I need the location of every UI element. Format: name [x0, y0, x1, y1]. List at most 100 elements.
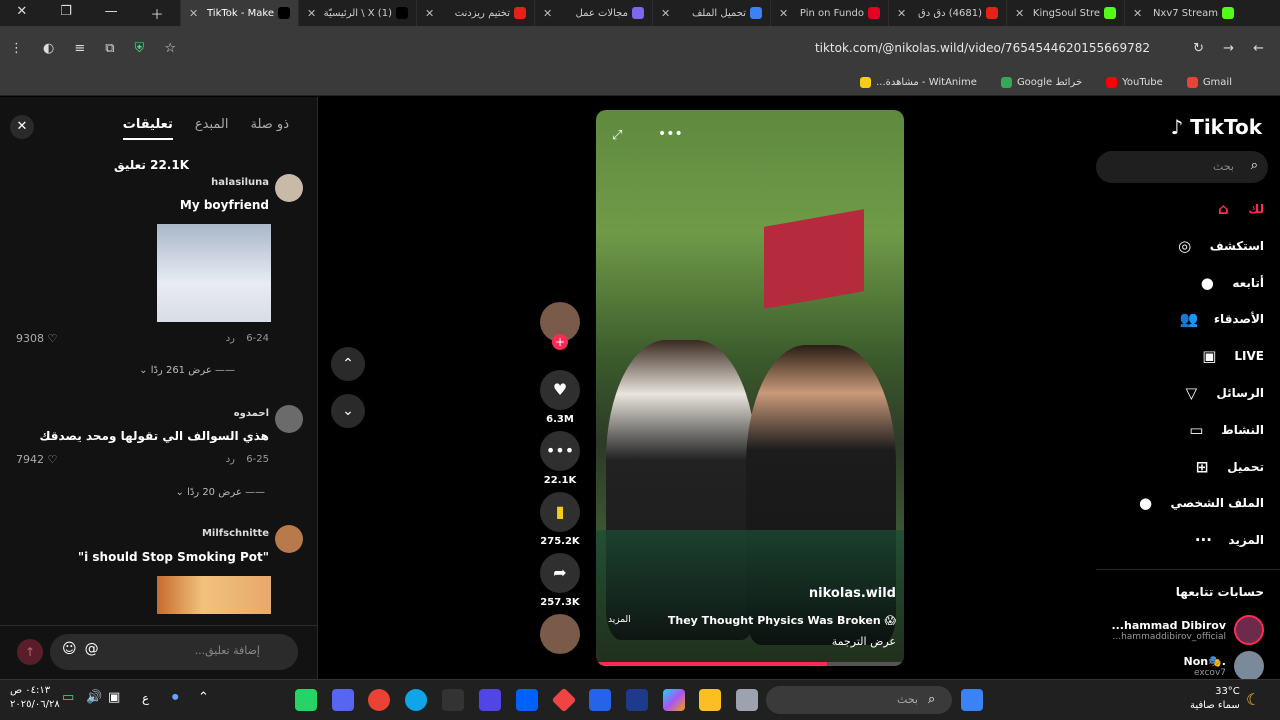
music-avatar[interactable] — [540, 614, 580, 654]
nav-item-home[interactable]: ⌂ لك — [1212, 198, 1264, 220]
chrome-icon[interactable] — [368, 689, 390, 711]
bookmark-action[interactable]: ▮ 275.2K — [540, 492, 580, 547]
browser-tab[interactable]: تختيم ريزدنت ✕ — [416, 0, 534, 26]
video-player[interactable]: ⤢ ••• nikolas.wild They Thought Physics … — [596, 110, 904, 666]
bookmark-icon[interactable]: ▮ — [540, 492, 580, 532]
back-icon[interactable]: ← — [1253, 41, 1264, 56]
discord-icon[interactable] — [332, 689, 354, 711]
avatar[interactable] — [275, 405, 303, 433]
search-input[interactable]: بحث — [1096, 151, 1268, 183]
avatar[interactable] — [275, 525, 303, 553]
comment-action[interactable]: ••• 22.1K — [540, 431, 580, 486]
tab-close-icon[interactable]: ✕ — [1015, 7, 1024, 20]
taskbar-search[interactable]: بحث — [766, 686, 952, 714]
task-view-icon[interactable] — [736, 689, 758, 711]
avatar[interactable] — [275, 174, 303, 202]
send-button[interactable]: ↑ — [17, 639, 43, 665]
browser-tab[interactable]: Nxv7 Stream ✕ — [1124, 0, 1242, 26]
battery-icon[interactable]: ▭ — [62, 690, 74, 705]
nav-item-more[interactable]: ··· المزيد — [1192, 529, 1264, 551]
next-video-button[interactable]: ⌄ — [331, 394, 365, 428]
copilot-icon[interactable] — [663, 689, 685, 711]
browser-tab[interactable]: TikTok - Make ✕ — [180, 0, 298, 26]
comment-username[interactable]: احمدوه — [234, 408, 269, 419]
bookmark-item[interactable]: Gmail — [1186, 77, 1232, 88]
system-clock[interactable]: ٠٤:١٣ ص ٢٠٢٥/٠٦/٢٨ — [10, 684, 60, 712]
close-window-icon[interactable]: ✕ — [16, 4, 27, 23]
minimize-window-icon[interactable]: — — [105, 4, 118, 23]
caption-more-button[interactable]: المزيد — [608, 615, 631, 625]
edge-icon[interactable] — [405, 689, 427, 711]
browser-tab[interactable]: (4681) دق دق ✕ — [888, 0, 1006, 26]
share-icon[interactable]: ➦ — [540, 553, 580, 593]
nav-item-friends[interactable]: 👥 الأصدقاء — [1178, 308, 1264, 330]
share-action[interactable]: ➦ 257.3K — [540, 553, 580, 608]
browser-tab[interactable]: KingSoul Stre ✕ — [1006, 0, 1124, 26]
comment-image[interactable] — [157, 576, 271, 614]
windows-start-icon[interactable] — [961, 689, 983, 711]
tab-close-icon[interactable]: ✕ — [1133, 7, 1142, 20]
nav-item-live[interactable]: ▣ LIVE — [1198, 345, 1264, 367]
nav-item-messages[interactable]: ▽ الرسائل — [1180, 382, 1264, 404]
comment-username[interactable]: Milfschnitte — [202, 528, 269, 539]
nav-item-following[interactable]: ● أتابعه — [1196, 272, 1264, 294]
view-replies-button[interactable]: —— عرض 261 ردًا ⌄ — [139, 365, 235, 376]
close-comments-button[interactable]: ✕ — [10, 115, 34, 139]
file-explorer-icon[interactable] — [699, 689, 721, 711]
extensions-puzzle-icon[interactable]: ⧉ — [105, 41, 114, 56]
bookmark-item[interactable]: WitAnime - مشاهدة... — [860, 77, 977, 88]
weather-widget[interactable]: 33°C سماء صافية — [1190, 685, 1240, 713]
browser-tab[interactable]: Pin on Fundo ✕ — [770, 0, 888, 26]
comment-likes[interactable]: 7942 ♡ — [16, 453, 57, 466]
tab-close-icon[interactable]: ✕ — [779, 7, 788, 20]
forward-icon[interactable]: → — [1223, 41, 1234, 56]
tiktok-logo[interactable]: ♪ TikTok — [1170, 115, 1262, 139]
heart-action[interactable]: ♥ 6.3M — [540, 370, 580, 425]
epic-games-icon[interactable] — [442, 689, 464, 711]
nav-item-compass[interactable]: ◎ استكشف — [1174, 235, 1264, 257]
dropbox-icon[interactable] — [516, 689, 538, 711]
tab-comments[interactable]: تعليقات — [122, 117, 173, 140]
fullscreen-icon[interactable]: ⤢ — [612, 128, 622, 143]
tab-creator[interactable]: المبدع — [195, 117, 229, 140]
comment-image[interactable] — [157, 224, 271, 322]
emoji-icon[interactable]: ☺ — [62, 641, 85, 657]
bookmark-item[interactable]: YouTube — [1106, 77, 1163, 88]
nav-item-upload[interactable]: ⊞ تحميل — [1191, 456, 1264, 478]
browser-tab[interactable]: (1) X \ الرئيسيّة ✕ — [298, 0, 416, 26]
chevron-up-icon[interactable]: ⌃ — [198, 690, 209, 705]
mention-icon[interactable]: @ — [85, 641, 107, 657]
whatsapp-icon[interactable] — [295, 689, 317, 711]
bookmark-star-icon[interactable]: ☆ — [164, 41, 176, 56]
tab-close-icon[interactable]: ✕ — [307, 7, 316, 20]
video-author[interactable]: nikolas.wild — [809, 586, 896, 601]
url-field[interactable]: tiktok.com/@nikolas.wild/video/765454462… — [270, 32, 1160, 64]
menu-icon[interactable]: ⋮ — [10, 41, 23, 56]
view-replies-button[interactable]: —— عرض 20 ردًا ⌄ — [176, 487, 266, 498]
reload-icon[interactable]: ↻ — [1193, 41, 1204, 56]
comment-likes[interactable]: 9308 ♡ — [16, 332, 57, 345]
reply-button[interactable]: رد — [226, 454, 235, 465]
tab-close-icon[interactable]: ✕ — [661, 7, 670, 20]
browser-tab[interactable]: مجالات عمل ✕ — [534, 0, 652, 26]
video-progress[interactable] — [596, 662, 904, 666]
shield-icon[interactable]: ⛨ — [135, 41, 145, 56]
new-tab-icon[interactable]: ＋ — [151, 4, 164, 23]
creator-avatar[interactable]: + — [540, 302, 580, 350]
language-indicator[interactable]: ع — [142, 691, 149, 705]
following-account[interactable]: Non🎭. excov7 — [1184, 651, 1264, 681]
reply-button[interactable]: رد — [226, 333, 235, 344]
bookmark-item[interactable]: خرائط Google — [1000, 77, 1082, 88]
tab-close-icon[interactable]: ✕ — [897, 7, 906, 20]
media-icon[interactable]: ≡ — [74, 41, 85, 56]
translate-button[interactable]: عرض الترجمة — [832, 635, 896, 648]
extension-icon[interactable]: ◐ — [43, 41, 54, 56]
comment-username[interactable]: halasiluna — [211, 177, 269, 188]
following-account[interactable]: ...hammad Dibirov ...hammaddibirov_offici… — [1111, 615, 1264, 645]
network-icon[interactable]: ▣ — [108, 690, 120, 705]
tab-close-icon[interactable]: ✕ — [543, 7, 552, 20]
tab-close-icon[interactable]: ✕ — [189, 7, 198, 20]
app-icon[interactable] — [479, 689, 501, 711]
browser-tab[interactable]: تحميل الملف ✕ — [652, 0, 770, 26]
search-icon[interactable]: ⌕ — [1251, 158, 1258, 173]
